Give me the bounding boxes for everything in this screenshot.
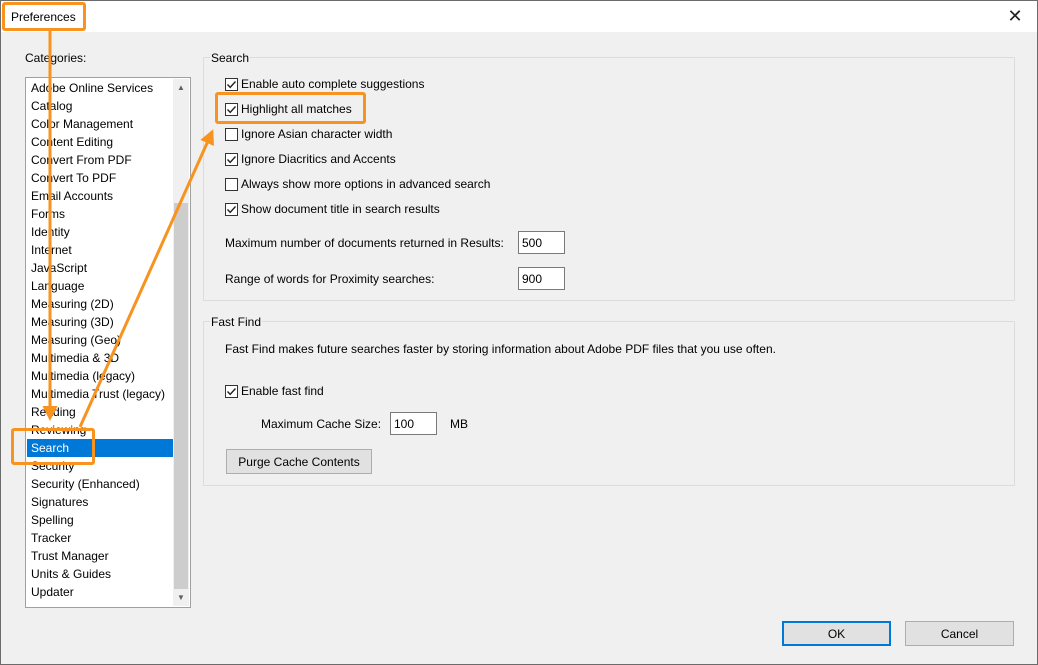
category-item[interactable]: Multimedia & 3D (27, 349, 173, 367)
cancel-button[interactable]: Cancel (905, 621, 1014, 646)
category-item[interactable]: Multimedia (legacy) (27, 367, 173, 385)
category-item[interactable]: Reading (27, 403, 173, 421)
search-option-checkbox[interactable] (225, 177, 238, 191)
search-option-checkbox[interactable] (225, 102, 238, 116)
window-title: Preferences (11, 10, 76, 24)
search-option-label: Ignore Diacritics and Accents (241, 152, 396, 166)
category-item[interactable]: Email Accounts (27, 187, 173, 205)
category-item[interactable]: Security (Enhanced) (27, 475, 173, 493)
enable-fast-find-checkbox[interactable] (225, 384, 238, 398)
category-item[interactable]: Multimedia Trust (legacy) (27, 385, 173, 403)
category-item[interactable]: Measuring (2D) (27, 295, 173, 313)
category-item[interactable]: Catalog (27, 97, 173, 115)
search-option-label: Always show more options in advanced sea… (241, 177, 491, 191)
search-option-checkbox[interactable] (225, 202, 238, 216)
category-item[interactable]: Trust Manager (27, 547, 173, 565)
search-option-checkbox[interactable] (225, 152, 238, 166)
enable-fast-find-option[interactable]: Enable fast find (225, 383, 324, 399)
search-option[interactable]: Show document title in search results (225, 201, 490, 217)
close-button[interactable]: ✕ (993, 1, 1037, 32)
categories-label: Categories: (25, 51, 87, 65)
category-item[interactable]: JavaScript (27, 259, 173, 277)
preferences-dialog: Preferences ✕ Categories: Adobe Online S… (0, 0, 1038, 665)
fast-find-group-title: Fast Find (210, 315, 263, 329)
categories-scrollbar[interactable]: ▲ ▼ (173, 79, 189, 606)
chevron-up-icon: ▲ (177, 83, 185, 92)
category-item[interactable]: Measuring (3D) (27, 313, 173, 331)
search-option-label: Ignore Asian character width (241, 127, 393, 141)
title-bar[interactable]: Preferences ✕ (1, 1, 1037, 32)
checkmark-icon (226, 205, 237, 213)
enable-fast-find-label: Enable fast find (241, 384, 324, 398)
category-item[interactable]: Language (27, 277, 173, 295)
ok-button[interactable]: OK (782, 621, 891, 646)
cache-unit-label: MB (450, 417, 468, 431)
search-option-checkbox[interactable] (225, 127, 238, 141)
category-item[interactable]: Signatures (27, 493, 173, 511)
category-item[interactable]: Search (27, 439, 173, 457)
search-option-checkbox[interactable] (225, 77, 238, 91)
chevron-down-icon: ▼ (177, 593, 185, 602)
category-item[interactable]: Internet (27, 241, 173, 259)
close-icon: ✕ (1007, 6, 1023, 26)
proximity-input[interactable] (518, 267, 565, 290)
search-option[interactable]: Ignore Diacritics and Accents (225, 151, 490, 167)
category-item[interactable]: Measuring (Geo) (27, 331, 173, 349)
search-option-label: Show document title in search results (241, 202, 440, 216)
checkmark-icon (226, 155, 237, 163)
checkmark-icon (226, 80, 237, 88)
category-item[interactable]: Convert From PDF (27, 151, 173, 169)
categories-list[interactable]: Adobe Online Services Catalog Color Manage… (25, 77, 191, 608)
category-item[interactable]: Forms (27, 205, 173, 223)
search-option-label: Enable auto complete suggestions (241, 77, 425, 91)
categories-items: Adobe Online Services Catalog Color Manage… (27, 79, 173, 601)
scroll-thumb[interactable] (174, 203, 188, 589)
scroll-up-button[interactable]: ▲ (173, 79, 189, 96)
cache-size-label: Maximum Cache Size: (261, 417, 382, 431)
category-item[interactable]: Color Management (27, 115, 173, 133)
search-option[interactable]: Ignore Asian character width (225, 126, 490, 142)
category-item[interactable]: Security (27, 457, 173, 475)
purge-cache-button[interactable]: Purge Cache Contents (226, 449, 372, 474)
category-item[interactable]: Content Editing (27, 133, 173, 151)
category-item[interactable]: Spelling (27, 511, 173, 529)
checkmark-icon (226, 387, 237, 395)
category-item[interactable]: Units & Guides (27, 565, 173, 583)
category-item[interactable]: Adobe Online Services (27, 79, 173, 97)
search-options: Enable auto complete suggestions Highligh… (225, 76, 490, 226)
category-item[interactable]: Convert To PDF (27, 169, 173, 187)
search-option[interactable]: Highlight all matches (225, 101, 490, 117)
category-item[interactable]: Identity (27, 223, 173, 241)
fast-find-description: Fast Find makes future searches faster b… (225, 342, 776, 356)
checkmark-icon (226, 105, 237, 113)
category-item[interactable]: Updater (27, 583, 173, 601)
search-option[interactable]: Enable auto complete suggestions (225, 76, 490, 92)
proximity-label: Range of words for Proximity searches: (225, 272, 435, 286)
scroll-down-button[interactable]: ▼ (173, 589, 189, 606)
search-group-title: Search (210, 51, 251, 65)
max-docs-input[interactable] (518, 231, 565, 254)
search-option[interactable]: Always show more options in advanced sea… (225, 176, 490, 192)
cache-size-input[interactable] (390, 412, 437, 435)
search-option-label: Highlight all matches (241, 102, 352, 116)
category-item[interactable]: Tracker (27, 529, 173, 547)
category-item[interactable]: Reviewing (27, 421, 173, 439)
max-docs-label: Maximum number of documents returned in … (225, 236, 504, 250)
